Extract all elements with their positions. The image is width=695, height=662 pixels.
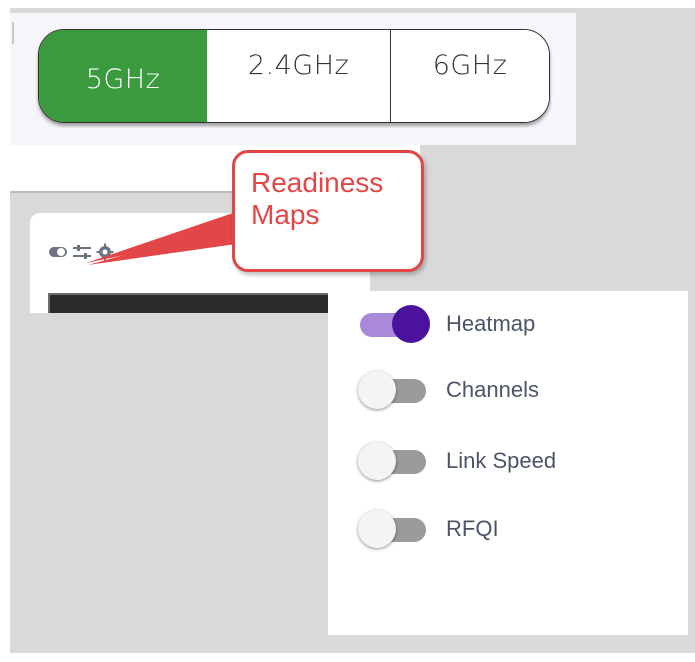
layer-option-link-speed[interactable]: Link Speed xyxy=(358,441,556,481)
sliders-icon[interactable] xyxy=(72,244,92,260)
link-speed-toggle[interactable] xyxy=(358,441,430,481)
band-2-4ghz-button[interactable]: 2.4GHz xyxy=(207,30,391,122)
callout-text: Readiness Maps xyxy=(251,167,384,230)
toggle-knob xyxy=(358,510,396,548)
band-selector: 5GHz 2.4GHz 6GHz xyxy=(38,29,550,123)
layers-menu: Heatmap Channels Link Speed RFQI xyxy=(328,291,688,635)
divider xyxy=(12,22,14,44)
heatmap-toggle[interactable] xyxy=(358,304,430,344)
rfqi-toggle[interactable] xyxy=(358,509,430,549)
layer-option-channels[interactable]: Channels xyxy=(358,370,539,410)
toggle-knob xyxy=(358,442,396,480)
band-6ghz-button[interactable]: 6GHz xyxy=(391,30,549,122)
layer-label: RFQI xyxy=(446,516,499,541)
gear-icon[interactable] xyxy=(96,243,114,261)
layer-label: Link Speed xyxy=(446,448,557,473)
channels-toggle[interactable] xyxy=(358,370,430,410)
map-canvas xyxy=(48,293,348,313)
layer-label: Channels xyxy=(446,377,539,402)
band-5ghz-button[interactable]: 5GHz xyxy=(39,30,207,122)
readiness-maps-callout: Readiness Maps xyxy=(232,150,424,272)
layer-label: Heatmap xyxy=(446,311,536,336)
toggle-knob xyxy=(392,305,430,343)
card-toolbar xyxy=(48,243,114,261)
toggle-knob xyxy=(358,371,396,409)
layer-option-heatmap[interactable]: Heatmap xyxy=(358,304,535,344)
toggle-icon[interactable] xyxy=(48,245,68,259)
layer-option-rfqi[interactable]: RFQI xyxy=(358,509,499,549)
